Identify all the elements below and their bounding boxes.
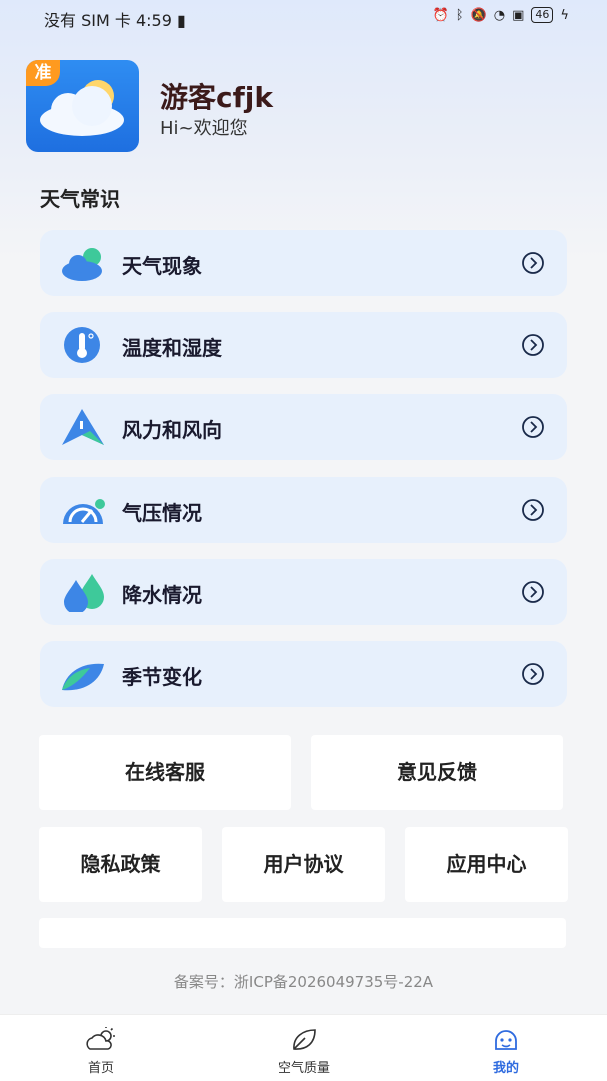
item-label: 降水情况 xyxy=(122,583,202,607)
carrier-text: 没有 SIM 卡 xyxy=(44,11,131,30)
battery-icon: 46 xyxy=(531,7,554,23)
droplet-icon xyxy=(64,574,104,612)
notification-icon: ▣ xyxy=(512,7,525,23)
logo-tag: 准 xyxy=(26,60,60,86)
user-agreement-button[interactable]: 用户协议 xyxy=(222,827,385,902)
alarm-icon: ⏰ xyxy=(432,7,449,23)
chevron-right-circle-icon xyxy=(522,499,544,521)
item-label: 天气现象 xyxy=(122,254,202,278)
chevron-right-circle-icon xyxy=(522,416,544,438)
bluetooth-icon: ᛒ xyxy=(455,7,464,23)
chevron-right-circle-icon xyxy=(522,252,544,274)
item-weather-phenomena[interactable]: 天气现象 xyxy=(40,230,567,296)
item-label: 温度和湿度 xyxy=(122,336,222,360)
gauge-icon xyxy=(63,499,105,524)
icp-record: 备案号：浙ICP备2026049735号-22A xyxy=(173,973,434,991)
sun-cloud-icon xyxy=(86,1027,115,1050)
cloud-icon xyxy=(62,248,102,281)
tab-label: 空气质量 xyxy=(277,1061,330,1076)
tab-air-quality[interactable]: 空气质量 xyxy=(244,1015,364,1081)
chevron-right-circle-icon xyxy=(522,663,544,685)
thermometer-icon xyxy=(64,327,100,363)
bottom-tab-bar: 首页 空气质量 我的 xyxy=(0,1014,607,1081)
user-icon xyxy=(495,1030,517,1050)
battery-small-icon: ▮ xyxy=(176,11,186,30)
tab-label: 首页 xyxy=(87,1061,114,1076)
leaf-outline-icon xyxy=(293,1029,316,1050)
app-center-button[interactable]: 应用中心 xyxy=(405,827,568,902)
item-air-pressure[interactable]: 气压情况 xyxy=(40,477,567,543)
wind-direction-icon xyxy=(62,409,104,445)
item-wind[interactable]: 风力和风向 xyxy=(40,394,567,460)
mute-icon: 🔕 xyxy=(470,7,487,23)
leaf-icon xyxy=(62,663,104,691)
item-label: 季节变化 xyxy=(122,665,202,689)
status-time: 4:59 xyxy=(135,11,172,30)
tab-home[interactable]: 首页 xyxy=(41,1015,161,1081)
charging-icon: ϟ xyxy=(560,7,569,23)
item-label: 风力和风向 xyxy=(122,418,222,442)
chevron-right-circle-icon xyxy=(522,334,544,356)
item-temperature-humidity[interactable]: 温度和湿度 xyxy=(40,312,567,378)
status-left: 没有 SIM 卡 4:59 ▮ xyxy=(44,7,186,31)
tab-mine[interactable]: 我的 xyxy=(446,1015,566,1081)
app-logo: 准 xyxy=(26,60,139,152)
username: 游客cfjk xyxy=(160,81,273,114)
greeting: Hi~欢迎您 xyxy=(160,118,248,139)
status-right: ⏰ ᛒ 🔕 ◔ ▣ 46 ϟ xyxy=(433,7,569,23)
wifi-icon: ◔ xyxy=(493,7,506,23)
feedback-button[interactable]: 意见反馈 xyxy=(311,735,563,810)
partial-card[interactable] xyxy=(39,918,566,948)
item-precipitation[interactable]: 降水情况 xyxy=(40,559,567,625)
item-seasons[interactable]: 季节变化 xyxy=(40,641,567,707)
privacy-policy-button[interactable]: 隐私政策 xyxy=(39,827,202,902)
status-bar: 没有 SIM 卡 4:59 ▮ ⏰ ᛒ 🔕 ◔ ▣ 46 ϟ xyxy=(0,0,607,34)
section-title: 天气常识 xyxy=(40,187,120,211)
tab-label: 我的 xyxy=(492,1061,519,1076)
online-service-button[interactable]: 在线客服 xyxy=(39,735,291,810)
item-label: 气压情况 xyxy=(122,501,202,525)
chevron-right-circle-icon xyxy=(522,581,544,603)
